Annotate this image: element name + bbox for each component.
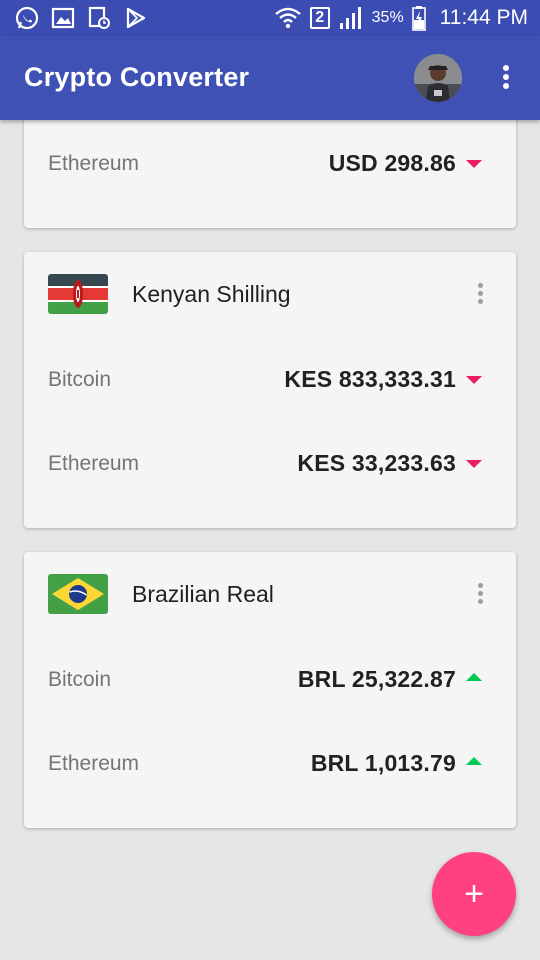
converted-value: USD 298.86 <box>328 150 456 176</box>
card-more-icon[interactable] <box>468 580 492 610</box>
sim-indicator: 2 <box>309 7 330 29</box>
doc-clock-icon <box>86 5 112 31</box>
card-more-icon[interactable] <box>468 280 492 310</box>
coin-name: Ethereum <box>48 152 140 175</box>
system-icons: 2 35% 11:44 PM <box>274 4 528 32</box>
converted-value: KES 33,233.63 <box>297 450 456 476</box>
coin-name: Bitcoin <box>48 368 112 391</box>
gallery-icon <box>50 5 76 31</box>
card-header: Kenyan Shilling <box>24 252 516 338</box>
status-bar: 2 35% 11:44 PM <box>0 0 540 36</box>
whatsapp-icon <box>14 5 40 31</box>
conversion-row: Bitcoin KES 833,333.31 <box>24 359 516 399</box>
converted-value: KES 833,333.31 <box>284 366 456 392</box>
coin-name: Ethereum <box>48 452 140 475</box>
avatar[interactable] <box>414 54 462 102</box>
trend-down-icon <box>466 460 482 468</box>
app-bar: Crypto Converter <box>0 36 540 120</box>
trend-up-icon <box>466 673 482 681</box>
currency-card-kes: Kenyan Shilling Bitcoin KES 833,333.31 E… <box>24 252 516 528</box>
clock: 11:44 PM <box>439 6 528 29</box>
currency-card-brl: Brazilian Real Bitcoin BRL 25,322.87 Eth… <box>24 552 516 828</box>
battery-charging-icon <box>411 5 426 31</box>
battery-percent: 35% <box>371 9 404 26</box>
add-currency-button[interactable]: + <box>432 852 516 936</box>
currency-name: Kenyan Shilling <box>132 281 291 307</box>
wifi-icon <box>274 5 302 31</box>
coin-name: Bitcoin <box>48 668 112 691</box>
app-title: Crypto Converter <box>24 62 250 92</box>
trend-down-icon <box>466 376 482 384</box>
card-header: Brazilian Real <box>24 552 516 638</box>
currency-name: Brazilian Real <box>132 581 274 607</box>
plus-icon: + <box>464 875 484 913</box>
trend-up-icon <box>466 757 482 765</box>
coin-name: Ethereum <box>48 752 140 775</box>
play-store-icon <box>122 5 148 31</box>
converted-value: BRL 1,013.79 <box>310 750 456 776</box>
trend-down-icon <box>466 160 482 168</box>
conversion-row: Bitcoin BRL 25,322.87 <box>24 659 516 699</box>
kenya-flag-icon <box>48 274 108 314</box>
brazil-flag-icon <box>48 574 108 614</box>
overflow-menu-icon[interactable] <box>494 62 518 94</box>
conversion-row: Ethereum USD 298.86 <box>24 143 516 183</box>
conversion-row: Ethereum BRL 1,013.79 <box>24 743 516 783</box>
conversion-row: Ethereum KES 33,233.63 <box>24 443 516 483</box>
converted-value: BRL 25,322.87 <box>297 666 456 692</box>
notification-icons <box>14 4 148 32</box>
signal-icon <box>338 5 364 31</box>
